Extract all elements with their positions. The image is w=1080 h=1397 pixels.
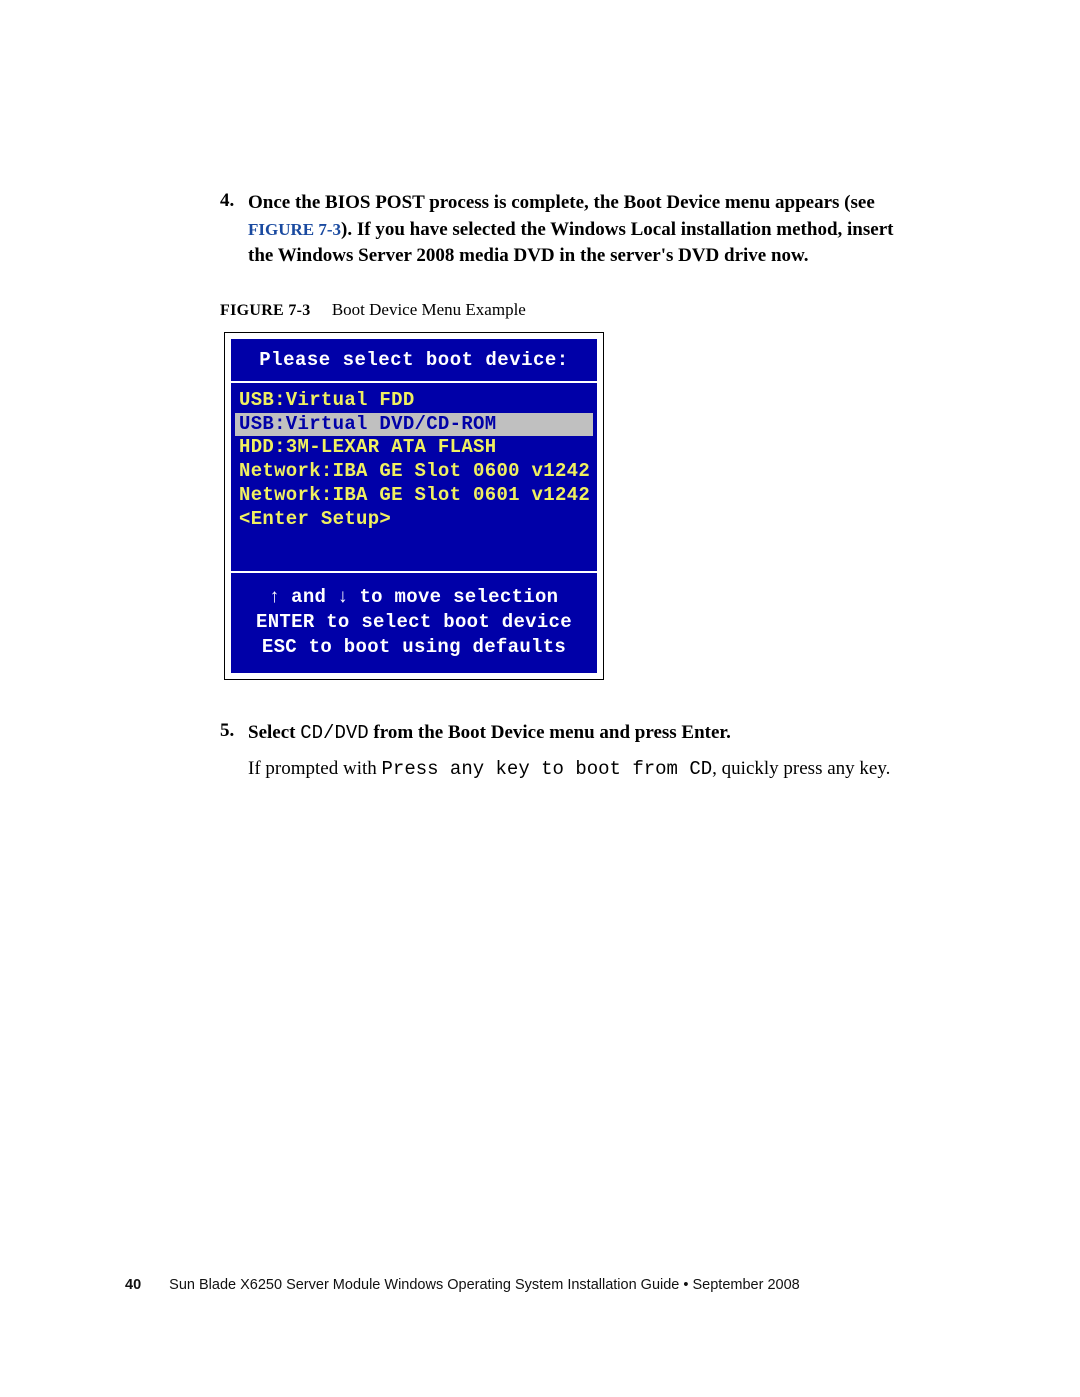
step4-text2: ). If you have selected the Windows Loca… [248, 219, 893, 267]
step5-followup: If prompted with Press any key to boot f… [248, 755, 920, 784]
bios-item-net-0601[interactable]: Network:IBA GE Slot 0601 v1242 [233, 484, 595, 508]
step-4: 4. Once the BIOS POST process is complet… [220, 190, 920, 270]
step4-text1: Once the BIOS POST process is complete, … [248, 192, 875, 213]
bios-outer-frame: Please select boot device: USB:Virtual F… [224, 332, 604, 681]
bios-item-usb-fdd[interactable]: USB:Virtual FDD [233, 389, 595, 413]
page-content: 4. Once the BIOS POST process is complet… [220, 190, 920, 783]
footer-text: Sun Blade X6250 Server Module Windows Op… [169, 1277, 800, 1293]
step5-text1: Select [248, 722, 300, 743]
bios-item-usb-dvd[interactable]: USB:Virtual DVD/CD-ROM [235, 413, 593, 437]
bios-hints: ↑ and ↓ to move selection ENTER to selec… [231, 573, 597, 673]
bios-title: Please select boot device: [231, 339, 597, 383]
step-5: 5. Select CD/DVD from the Boot Device me… [220, 720, 920, 747]
step-number: 4. [220, 190, 248, 270]
step-number: 5. [220, 720, 248, 747]
followup-post: , quickly press any key. [712, 758, 890, 779]
step-body: Select CD/DVD from the Boot Device menu … [248, 720, 920, 747]
bios-item-hdd[interactable]: HDD:3M-LEXAR ATA FLASH [233, 436, 595, 460]
bios-figure: Please select boot device: USB:Virtual F… [224, 332, 604, 681]
figure-caption: FIGURE 7-3 Boot Device Menu Example [220, 300, 920, 320]
bios-hint-esc: ESC to boot using defaults [237, 635, 591, 660]
step5-code: CD/DVD [300, 722, 368, 744]
step-body: Once the BIOS POST process is complete, … [248, 190, 920, 270]
bios-hint-enter: ENTER to select boot device [237, 610, 591, 635]
figure-title: Boot Device Menu Example [332, 300, 526, 319]
bios-item-net-0600[interactable]: Network:IBA GE Slot 0600 v1242 [233, 460, 595, 484]
followup-pre: If prompted with [248, 758, 382, 779]
figure-label: FIGURE 7-3 [220, 302, 311, 319]
page-number: 40 [125, 1277, 141, 1293]
up-arrow-icon: ↑ [270, 586, 280, 607]
followup-code: Press any key to boot from CD [382, 758, 713, 780]
down-arrow-icon: ↓ [338, 586, 348, 607]
figure-reference-link[interactable]: FIGURE 7-3 [248, 220, 341, 239]
bios-item-enter-setup[interactable]: <Enter Setup> [233, 508, 595, 532]
bios-hint-move: ↑ and ↓ to move selection [237, 585, 591, 610]
bios-inner-frame: Please select boot device: USB:Virtual F… [229, 337, 599, 676]
page-footer: 40 Sun Blade X6250 Server Module Windows… [125, 1277, 800, 1293]
step5-text2: from the Boot Device menu and press Ente… [369, 722, 731, 743]
bios-device-list[interactable]: USB:Virtual FDD USB:Virtual DVD/CD-ROM H… [231, 383, 597, 574]
